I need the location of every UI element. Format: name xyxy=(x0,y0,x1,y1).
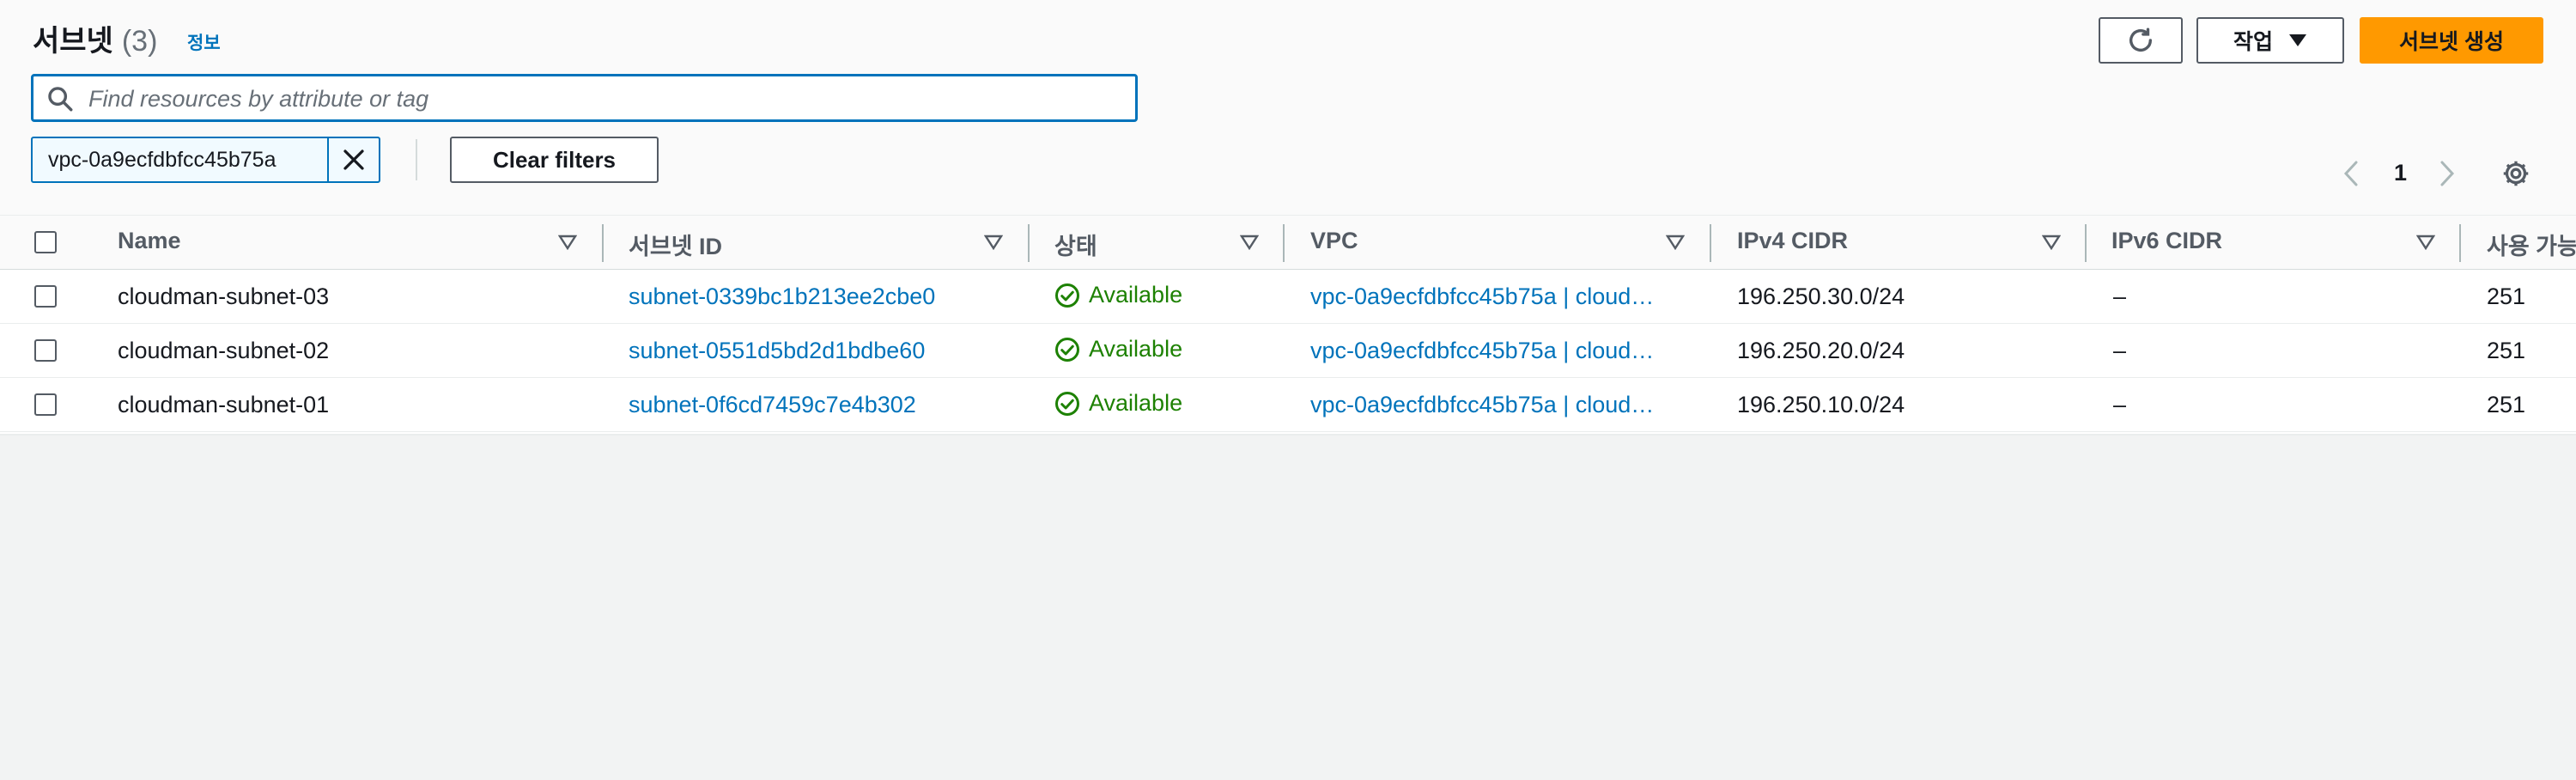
sort-caret-icon[interactable] xyxy=(1666,235,1685,250)
sort-caret-icon[interactable] xyxy=(2416,235,2435,250)
column-header-vpc[interactable]: VPC xyxy=(1310,228,1358,254)
column-header-ipv6-cidr[interactable]: IPv6 CIDR xyxy=(2111,228,2222,254)
column-divider[interactable] xyxy=(2459,224,2461,262)
subnet-name: cloudman-subnet-02 xyxy=(118,338,330,363)
subnet-name: cloudman-subnet-03 xyxy=(118,283,330,309)
column-header-ipv4-cidr[interactable]: IPv4 CIDR xyxy=(1737,228,1848,254)
column-divider[interactable] xyxy=(1710,224,1711,262)
table-header: Name 서브넷 ID 상태 VPC IPv4 CIDR IPv6 CIDR 사… xyxy=(0,215,2576,270)
check-circle-icon xyxy=(1055,337,1079,362)
column-divider[interactable] xyxy=(1283,224,1285,262)
sort-caret-icon[interactable] xyxy=(984,235,1003,250)
actions-dropdown[interactable]: 작업 xyxy=(2196,17,2344,64)
table-bottom-border xyxy=(0,434,2576,436)
status-text: Available xyxy=(1089,390,1183,416)
refresh-button[interactable] xyxy=(2099,17,2183,64)
check-circle-icon xyxy=(1055,391,1079,416)
vpc-link[interactable]: vpc-0a9ecfdbfcc45b75a | cloud… xyxy=(1310,283,1654,310)
column-header-name[interactable]: Name xyxy=(118,228,181,254)
close-icon xyxy=(343,149,364,170)
chevron-right-icon[interactable] xyxy=(2439,160,2456,187)
available-ips: 251 xyxy=(2487,338,2526,363)
vpc-link[interactable]: vpc-0a9ecfdbfcc45b75a | cloud… xyxy=(1310,338,1654,364)
ipv4-cidr: 196.250.20.0/24 xyxy=(1737,338,1905,363)
row-checkbox[interactable] xyxy=(34,339,57,362)
available-ips: 251 xyxy=(2487,392,2526,417)
ipv6-cidr: – xyxy=(2113,392,2127,417)
filter-token: vpc-0a9ecfdbfcc45b75a xyxy=(31,137,380,183)
actions-label: 작업 xyxy=(2233,30,2273,54)
chevron-left-icon[interactable] xyxy=(2342,160,2360,187)
search-icon xyxy=(48,87,73,112)
status-badge: Available xyxy=(1054,282,1182,308)
info-link[interactable]: 정보 xyxy=(187,29,221,55)
available-ips: 251 xyxy=(2487,283,2526,309)
table-row[interactable]: cloudman-subnet-01 subnet-0f6cd7459c7e4b… xyxy=(0,378,2576,432)
create-subnet-label: 서브넷 생성 xyxy=(2399,30,2504,54)
search-field[interactable] xyxy=(31,74,1138,122)
column-header-subnet-id[interactable]: 서브넷 ID xyxy=(629,228,722,261)
table-row[interactable]: cloudman-subnet-03 subnet-0339bc1b213ee2… xyxy=(0,270,2576,324)
refresh-icon xyxy=(2129,27,2153,52)
search-input[interactable] xyxy=(87,82,1121,116)
subnet-name: cloudman-subnet-01 xyxy=(118,392,330,417)
filter-token-remove-button[interactable] xyxy=(327,138,379,181)
sort-caret-icon[interactable] xyxy=(2042,235,2061,250)
page-number[interactable]: 1 xyxy=(2394,160,2407,186)
ipv6-cidr: – xyxy=(2113,283,2127,309)
subnet-id-link[interactable]: subnet-0339bc1b213ee2cbe0 xyxy=(629,283,935,310)
title-count: (3) xyxy=(121,25,158,58)
select-all-checkbox[interactable] xyxy=(34,231,57,253)
caret-down-icon xyxy=(2289,34,2306,46)
column-divider[interactable] xyxy=(2085,224,2087,262)
status-text: Available xyxy=(1089,282,1183,308)
sort-caret-icon[interactable] xyxy=(1240,235,1259,250)
title-text: 서브넷 xyxy=(33,25,113,58)
filter-token-text: vpc-0a9ecfdbfcc45b75a xyxy=(48,147,276,172)
create-subnet-button[interactable]: 서브넷 생성 xyxy=(2360,17,2543,64)
subnet-id-link[interactable]: subnet-0f6cd7459c7e4b302 xyxy=(629,392,916,418)
ipv4-cidr: 196.250.10.0/24 xyxy=(1737,392,1905,417)
row-checkbox[interactable] xyxy=(34,393,57,416)
column-divider[interactable] xyxy=(602,224,604,262)
filter-divider xyxy=(416,139,417,180)
clear-filters-button[interactable]: Clear filters xyxy=(450,137,659,183)
gear-icon[interactable] xyxy=(2500,158,2531,189)
row-checkbox[interactable] xyxy=(34,285,57,308)
column-divider[interactable] xyxy=(1028,224,1030,262)
page-title: 서브넷 (3) xyxy=(33,17,157,59)
column-header-available-ips[interactable]: 사용 가능 xyxy=(2487,228,2576,261)
subnet-id-link[interactable]: subnet-0551d5bd2d1bdbe60 xyxy=(629,338,925,364)
status-text: Available xyxy=(1089,336,1183,362)
column-header-status[interactable]: 상태 xyxy=(1054,228,1097,261)
table-row[interactable]: cloudman-subnet-02 subnet-0551d5bd2d1bdb… xyxy=(0,324,2576,378)
ipv6-cidr: – xyxy=(2113,338,2127,363)
check-circle-icon xyxy=(1055,283,1079,308)
status-badge: Available xyxy=(1054,390,1182,417)
status-badge: Available xyxy=(1054,336,1182,363)
vpc-link[interactable]: vpc-0a9ecfdbfcc45b75a | cloud… xyxy=(1310,392,1654,418)
ipv4-cidr: 196.250.30.0/24 xyxy=(1737,283,1905,309)
sort-caret-icon[interactable] xyxy=(558,235,577,250)
